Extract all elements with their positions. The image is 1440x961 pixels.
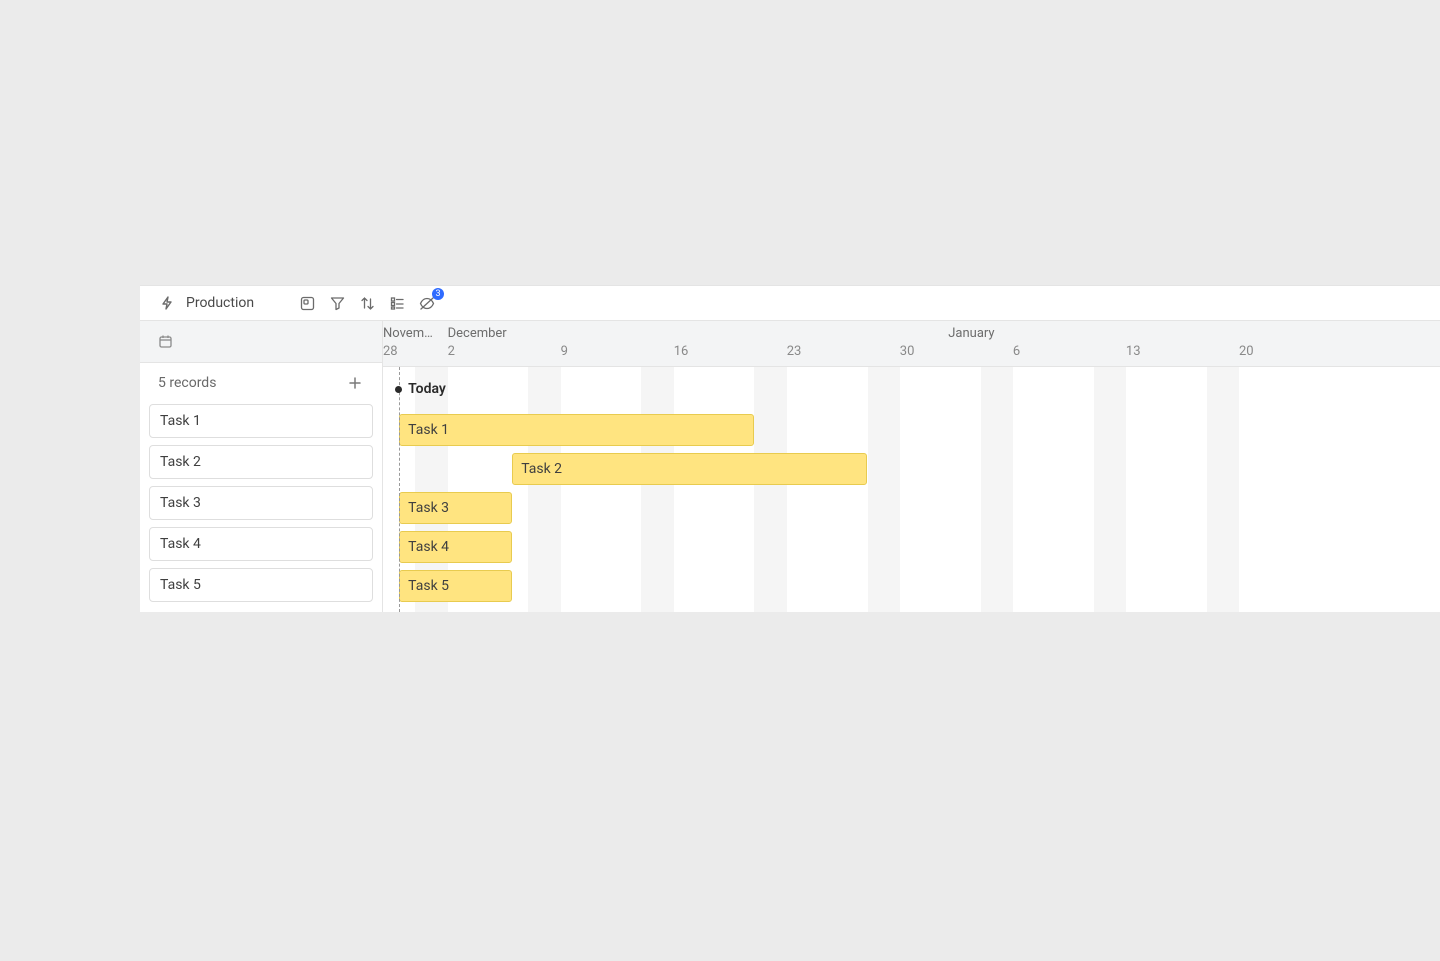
gantt-row: Task 4 — [383, 528, 1440, 567]
day-label: 9 — [561, 344, 568, 359]
record-item[interactable]: Task 2 — [149, 445, 373, 479]
day-label: 16 — [674, 344, 689, 359]
gantt-bar[interactable]: Task 2 — [512, 453, 867, 485]
lightning-icon — [158, 294, 176, 312]
day-label: 6 — [1013, 344, 1020, 359]
gantt-bar[interactable]: Task 3 — [399, 492, 512, 524]
records-count-label: 5 records — [158, 375, 216, 391]
add-record-button[interactable] — [346, 374, 364, 392]
day-labels-row: 28 2 9 16 23 30 6 13 20 — [383, 344, 1440, 362]
record-item[interactable]: Task 3 — [149, 486, 373, 520]
month-label: December — [448, 326, 507, 341]
filter-button[interactable] — [328, 294, 346, 312]
today-label[interactable]: Today — [395, 381, 446, 397]
app-container: Production 3 5 records — [140, 285, 1440, 612]
day-label: 13 — [1126, 344, 1141, 359]
today-label-text: Today — [408, 381, 446, 397]
toolbar: Production 3 — [140, 286, 1440, 321]
customize-cards-button[interactable] — [298, 294, 316, 312]
month-labels-row: Novem… December January — [383, 326, 1440, 344]
day-label: 20 — [1239, 344, 1254, 359]
record-list: Task 1 Task 2 Task 3 Task 4 Task 5 — [140, 404, 382, 612]
timeline-header: Novem… December January 28 2 9 16 23 30 6 13 20 — [383, 321, 1440, 367]
group-button[interactable] — [388, 294, 406, 312]
record-item[interactable]: Task 1 — [149, 404, 373, 438]
month-label: Novem… — [383, 326, 433, 341]
month-label: January — [948, 326, 994, 341]
view-title-group[interactable]: Production — [158, 294, 254, 312]
hide-fields-button[interactable]: 3 — [418, 294, 436, 312]
record-item[interactable]: Task 4 — [149, 527, 373, 561]
day-label: 30 — [900, 344, 915, 359]
hidden-fields-badge: 3 — [432, 288, 444, 300]
gantt-bar[interactable]: Task 4 — [399, 531, 512, 563]
records-header: 5 records — [140, 363, 382, 404]
date-field-selector[interactable] — [140, 321, 382, 363]
view-title: Production — [186, 295, 254, 311]
gantt-row: Task 5 — [383, 567, 1440, 606]
today-marker — [399, 367, 400, 612]
day-label: 2 — [448, 344, 455, 359]
timeline-body[interactable]: Today Task 1 Task 2Task 3 Task 4 Task 5 — [383, 367, 1440, 612]
main-area: 5 records Task 1Task 2Task 3Task 4Task 5… — [140, 321, 1440, 612]
gantt-bar[interactable]: Task 5 — [399, 570, 512, 602]
day-label: 23 — [787, 344, 802, 359]
sidebar: 5 records Task 1 Task 2 Task 3 Task 4 Task 5 — [140, 321, 383, 612]
gantt-row: Task 3 — [383, 489, 1440, 528]
gantt-row: Task 1 — [383, 411, 1440, 450]
day-label: 28 — [383, 344, 398, 359]
record-item[interactable]: Task 5 — [149, 568, 373, 602]
calendar-icon — [158, 334, 173, 349]
gantt-rows: Task 1 Task 2Task 3 Task 4 Task 5 — [383, 411, 1440, 606]
gantt-bar[interactable]: Task 1 — [399, 414, 754, 446]
timeline[interactable]: Novem… December January 28 2 9 16 23 30 6 13 20 To… — [383, 321, 1440, 612]
gantt-row: Task 2 — [383, 450, 1440, 489]
sort-button[interactable] — [358, 294, 376, 312]
